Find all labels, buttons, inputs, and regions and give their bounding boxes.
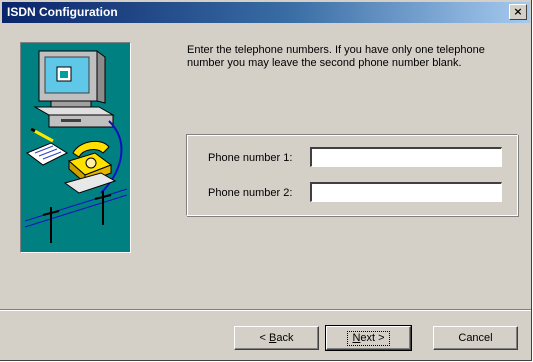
close-button[interactable]: × — [509, 4, 527, 20]
phone-number-1-label: Phone number 1: — [208, 152, 293, 164]
phone-number-1-input[interactable] — [310, 147, 502, 167]
title-bar[interactable]: ISDN Configuration × — [2, 2, 530, 23]
chevron-left-icon: < — [259, 332, 266, 344]
computer-monitor-icon — [38, 50, 106, 108]
isdn-configuration-dialog: ISDN Configuration × Enter the telephone… — [0, 0, 532, 361]
notepad-icon — [26, 142, 69, 166]
phone-numbers-group: Phone number 1: Phone number 2: — [186, 134, 518, 216]
cancel-button[interactable]: Cancel — [433, 326, 518, 350]
isdn-computer-telephone-illustration — [20, 42, 131, 253]
next-label: ext > — [360, 332, 385, 344]
cancel-label: Cancel — [458, 332, 493, 344]
back-button[interactable]: < Back — [234, 326, 319, 350]
button-separator — [0, 309, 531, 311]
next-button[interactable]: Next > — [325, 325, 412, 351]
instructions-text: Enter the telephone numbers. If you have… — [187, 44, 485, 69]
phone-number-2-input[interactable] — [310, 182, 502, 202]
next-focus-ring: Next > — [347, 331, 390, 346]
telephone-pole-icon — [24, 188, 128, 243]
back-label: ack — [276, 332, 294, 344]
phone-number-2-label: Phone number 2: — [208, 187, 293, 199]
computer-base-icon — [33, 106, 115, 128]
window-title: ISDN Configuration — [7, 5, 118, 19]
close-icon: × — [513, 5, 523, 18]
